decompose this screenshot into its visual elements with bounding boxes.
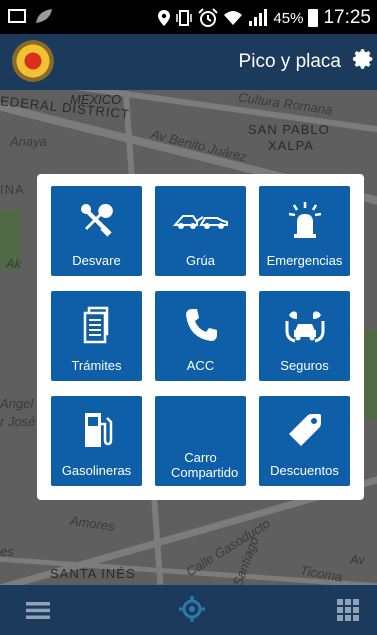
tile-label: Descuentos [270,463,339,478]
map-label: SANTA INÉS [50,566,136,581]
grid-icon[interactable] [337,599,359,621]
signal-icon [249,9,268,26]
map-label: Amores [69,512,116,535]
grua-button[interactable]: Grúa [155,186,246,276]
map-label: r José [0,414,36,429]
map-label: SAN PABLO [248,122,330,137]
tile-label: Emergencias [266,253,343,268]
vibrate-icon [176,10,193,26]
status-bar: 45% 17:25 [0,0,377,34]
map-label: Ak [6,256,22,271]
clock: 17:25 [323,7,371,28]
map-label: Anaya [10,134,47,149]
menu-icon[interactable] [26,602,50,619]
app-bar: Pico y placa [0,34,377,90]
tile-label: Gasolineras [61,463,132,478]
tile-label: Seguros [280,358,329,373]
tile-label: Grúa [186,253,215,268]
desvare-button[interactable]: Desvare [51,186,142,276]
map-label: XALPA [268,138,314,153]
map-label: es [0,544,14,559]
carro-compartido-button[interactable]: Carro Compartido [155,396,246,486]
wifi-icon [224,11,243,25]
emergencias-button[interactable]: Emergencias [259,186,350,276]
location-target-icon[interactable] [178,595,206,623]
tow-truck-icon [172,215,228,229]
tag-icon [288,414,321,446]
phone-icon [185,309,217,341]
acc-button[interactable]: ACC [155,291,246,381]
seguros-button[interactable]: Seguros [259,291,350,381]
tile-label: Carro Compartido [171,450,239,480]
map-label: INA [0,182,25,197]
tile-label: Desvare [72,253,121,268]
battery-icon [308,9,319,27]
gas-pump-icon [84,413,112,447]
gear-icon[interactable] [353,48,375,70]
tile-label: Trámites [71,358,122,373]
services-menu-dialog: Desvare Grúa Emergencias Trámites ACC Se… [37,174,364,500]
leaf-icon [36,9,52,23]
bottom-bar [0,585,377,635]
map-label: Angel [0,396,34,411]
siren-icon [288,202,321,238]
insured-car-icon [285,311,324,343]
gasolineras-button[interactable]: Gasolineras [51,396,142,486]
tramites-button[interactable]: Trámites [51,291,142,381]
descuentos-button[interactable]: Descuentos [259,396,350,486]
image-icon [8,9,26,23]
wrench-screwdriver-icon [80,203,113,237]
app-logo[interactable] [12,40,54,82]
app-title: Pico y placa [238,51,341,72]
documents-icon [83,306,108,344]
tile-label: ACC [186,358,215,373]
map-label: Av [350,552,365,567]
location-icon [158,10,171,26]
battery-percent: 45% [273,9,304,27]
alarm-icon [198,8,219,27]
